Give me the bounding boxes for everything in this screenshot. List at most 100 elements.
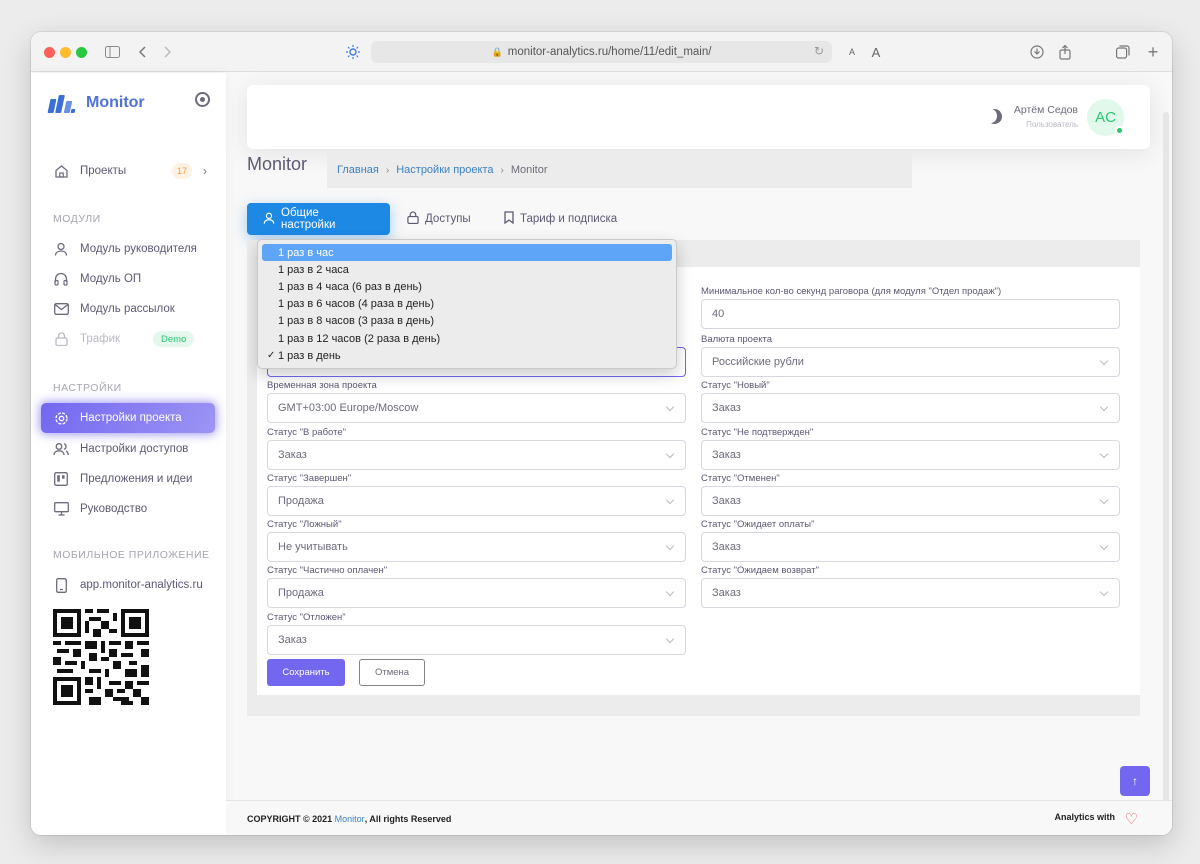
status-cancelled-label: Статус "Отменен" bbox=[701, 473, 780, 484]
back-icon[interactable] bbox=[131, 41, 153, 63]
sidebar-item-manager-module[interactable]: Модуль руководителя bbox=[41, 234, 215, 264]
timezone-select[interactable]: GMT+03:00 Europe/Moscow bbox=[267, 393, 686, 423]
currency-label: Валюта проекта bbox=[701, 334, 773, 345]
status-in-work-label: Статус "В работе" bbox=[267, 427, 347, 438]
chevron-down-icon bbox=[1099, 402, 1109, 412]
minimize-window-button[interactable] bbox=[60, 47, 71, 58]
dropdown-option[interactable]: 1 раз в 6 часов (4 раза в день) bbox=[262, 296, 672, 313]
dropdown-option[interactable]: 1 раз в час bbox=[262, 244, 672, 262]
text-larger-icon[interactable]: A bbox=[865, 41, 887, 63]
gear-icon bbox=[53, 410, 69, 426]
copyright-prefix: COPYRIGHT © 2021 bbox=[247, 814, 335, 824]
sidebar-item-guide[interactable]: Руководство bbox=[41, 494, 215, 524]
copyright-text: COPYRIGHT © 2021 Monitor, All rights Res… bbox=[247, 814, 451, 824]
dropdown-option[interactable]: 1 раз в 12 часов (2 раза в день) bbox=[262, 330, 672, 347]
status-awaiting-payment-select[interactable]: Заказ bbox=[701, 532, 1120, 562]
sidebar-item-mailing-module[interactable]: Модуль рассылок bbox=[41, 294, 215, 324]
sidebar-item-project-settings[interactable]: Настройки проекта bbox=[41, 403, 215, 433]
dropdown-option-label: 1 раз в день bbox=[278, 349, 341, 362]
cancel-button[interactable]: Отмена bbox=[359, 659, 425, 686]
close-window-button[interactable] bbox=[44, 47, 55, 58]
breadcrumb: Главная › Настройки проекта › Monitor bbox=[327, 152, 912, 188]
status-partially-paid-select[interactable]: Продажа bbox=[267, 578, 686, 608]
currency-select[interactable]: Российские рубли bbox=[701, 347, 1120, 377]
sidebar-toggle-icon[interactable] bbox=[101, 41, 123, 63]
section-title-settings: НАСТРОЙКИ bbox=[53, 382, 122, 394]
timezone-value: GMT+03:00 Europe/Moscow bbox=[278, 402, 419, 414]
sidebar-item-label: Модуль рассылок bbox=[80, 303, 175, 315]
avatar[interactable]: AC bbox=[1087, 99, 1124, 136]
status-awaiting-return-select[interactable]: Заказ bbox=[701, 578, 1120, 608]
tab-access[interactable]: Доступы bbox=[391, 203, 487, 235]
dropdown-option-label: 1 раз в 2 часа bbox=[278, 263, 349, 276]
brightness-icon[interactable] bbox=[342, 41, 364, 63]
dropdown-option-label: 1 раз в час bbox=[278, 246, 334, 259]
address-bar[interactable]: 🔒 monitor-analytics.ru/home/11/edit_main… bbox=[371, 41, 832, 63]
translate-icon[interactable]: ↻ bbox=[814, 44, 824, 58]
status-postponed-select[interactable]: Заказ bbox=[267, 625, 686, 655]
brand[interactable]: Monitor bbox=[47, 93, 145, 113]
sidebar-item-label: Модуль ОП bbox=[80, 273, 142, 285]
sidebar-item-ideas[interactable]: Предложения и идеи bbox=[41, 464, 215, 494]
status-completed-select[interactable]: Продажа bbox=[267, 486, 686, 516]
dropdown-option[interactable]: 1 раз в 4 часа (6 раз в день) bbox=[262, 278, 672, 295]
dropdown-option[interactable]: 1 раз в 2 часа bbox=[262, 261, 672, 278]
dropdown-option-label: 1 раз в 6 часов (4 раза в день) bbox=[278, 298, 435, 311]
section-title-modules: МОДУЛИ bbox=[53, 213, 101, 225]
sidebar-item-label: Настройки доступов bbox=[80, 443, 189, 455]
forward-icon[interactable] bbox=[157, 41, 179, 63]
users-icon bbox=[53, 441, 69, 457]
sidebar-item-projects[interactable]: Проекты 17 › bbox=[41, 156, 215, 186]
update-frequency-dropdown: 1 раз в час 1 раз в 2 часа 1 раз в 4 час… bbox=[257, 239, 677, 369]
home-icon bbox=[53, 163, 69, 179]
save-button[interactable]: Сохранить bbox=[267, 659, 345, 686]
status-awaiting-return-label: Статус "Ожидаем возврат" bbox=[701, 565, 819, 576]
sidebar-item-mobile-app[interactable]: app.monitor-analytics.ru bbox=[41, 570, 215, 600]
chevron-down-icon bbox=[665, 634, 675, 644]
status-cancelled-select[interactable]: Заказ bbox=[701, 486, 1120, 516]
sidebar-item-access-settings[interactable]: Настройки доступов bbox=[41, 434, 215, 464]
chevron-down-icon bbox=[1099, 449, 1109, 459]
status-in-work-value: Заказ bbox=[278, 449, 307, 461]
scroll-to-top-button[interactable]: ↑ bbox=[1120, 766, 1150, 796]
dropdown-option[interactable]: 1 раз в 8 часов (3 раза в день) bbox=[262, 313, 672, 330]
page-scrollbar[interactable] bbox=[1163, 112, 1169, 802]
mail-icon bbox=[53, 301, 69, 317]
breadcrumb-home[interactable]: Главная bbox=[337, 164, 379, 176]
chevron-down-icon bbox=[1099, 541, 1109, 551]
min-seconds-input[interactable]: 40 bbox=[701, 299, 1120, 329]
status-new-select[interactable]: Заказ bbox=[701, 393, 1120, 423]
status-new-value: Заказ bbox=[712, 402, 741, 414]
chevron-down-icon bbox=[1099, 495, 1109, 505]
breadcrumb-project-settings[interactable]: Настройки проекта bbox=[396, 164, 493, 176]
sidebar-collapse-icon[interactable] bbox=[195, 92, 210, 107]
text-smaller-icon[interactable]: A bbox=[841, 41, 863, 63]
status-postponed-value: Заказ bbox=[278, 634, 307, 646]
download-icon[interactable] bbox=[1026, 41, 1048, 63]
sidebar-item-label: Проекты bbox=[80, 165, 127, 177]
status-not-confirmed-value: Заказ bbox=[712, 449, 741, 461]
avatar-initials: AC bbox=[1095, 109, 1116, 126]
sidebar-item-traffic[interactable]: Трафик Demo bbox=[41, 324, 215, 354]
status-false-label: Статус "Ложный" bbox=[267, 519, 342, 530]
checkmark-icon: ✓ bbox=[267, 350, 276, 362]
status-in-work-select[interactable]: Заказ bbox=[267, 440, 686, 470]
tab-tariff[interactable]: Тариф и подписка bbox=[488, 203, 633, 235]
maximize-window-button[interactable] bbox=[76, 47, 87, 58]
tabs-overview-icon[interactable] bbox=[1112, 41, 1134, 63]
share-icon[interactable] bbox=[1054, 41, 1076, 63]
new-tab-icon[interactable]: + bbox=[1142, 41, 1164, 63]
min-seconds-value: 40 bbox=[712, 308, 725, 320]
status-not-confirmed-select[interactable]: Заказ bbox=[701, 440, 1120, 470]
sidebar-item-label: Модуль руководителя bbox=[80, 243, 197, 255]
browser-toolbar: 🔒 monitor-analytics.ru/home/11/edit_main… bbox=[31, 32, 1172, 72]
chevron-right-icon: › bbox=[203, 164, 207, 178]
dropdown-option-selected[interactable]: ✓ 1 раз в день bbox=[262, 347, 672, 364]
tab-general-settings[interactable]: Общие настройки bbox=[247, 203, 390, 235]
moon-icon[interactable] bbox=[984, 106, 1004, 126]
header-bar: Артём Седов Пользователь AC bbox=[247, 85, 1150, 149]
copyright-link[interactable]: Monitor bbox=[335, 814, 365, 824]
sidebar-item-sales-module[interactable]: Модуль ОП bbox=[41, 264, 215, 294]
status-false-select[interactable]: Не учитывать bbox=[267, 532, 686, 562]
chevron-down-icon bbox=[1099, 587, 1109, 597]
